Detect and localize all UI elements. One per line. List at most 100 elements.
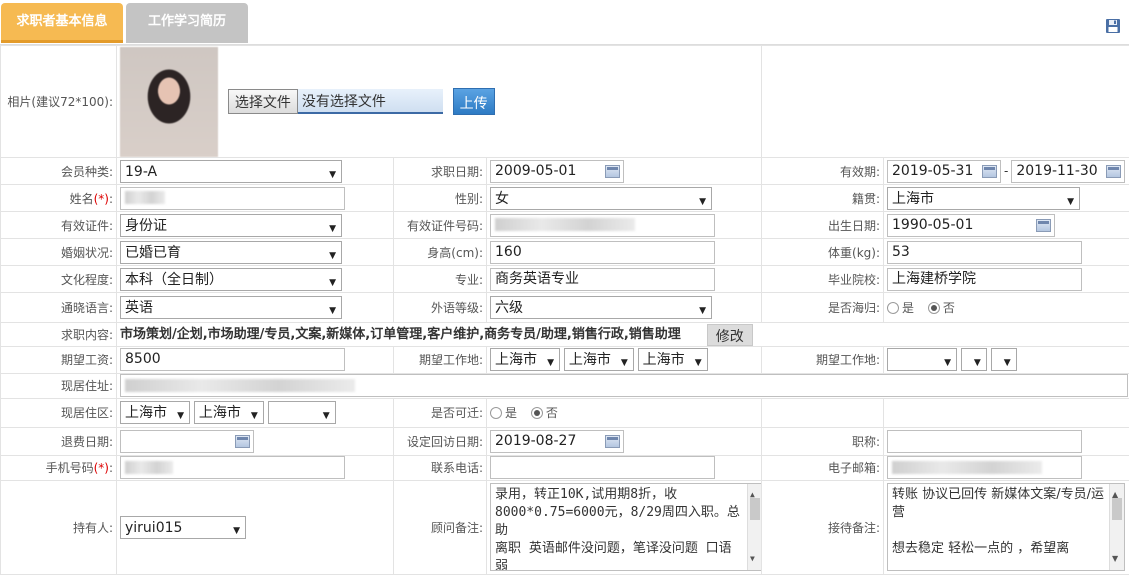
scroll-thumb[interactable] xyxy=(750,498,760,520)
marital-select[interactable]: 已婚已育 xyxy=(120,240,342,265)
form-row: 持有人: yirui015 顾问备注: 录用，转正10K,试用期8折，收8000… xyxy=(0,479,1129,575)
apply-date-picker[interactable]: 2009-05-01 xyxy=(490,159,624,183)
tab-bar: 求职者基本信息 工作学习简历 xyxy=(0,0,1129,45)
expected2-city-select[interactable] xyxy=(960,348,987,372)
major-label: 专业: xyxy=(393,265,487,293)
expected2-province-select[interactable] xyxy=(887,348,957,372)
name-input[interactable] xyxy=(120,186,345,210)
relocate-yes-radio[interactable] xyxy=(490,406,502,419)
tab-basic-info[interactable]: 求职者基本信息 xyxy=(1,3,123,43)
calendar-icon[interactable] xyxy=(982,164,997,178)
job-intent-label: 求职内容: xyxy=(0,322,117,347)
calendar-icon[interactable] xyxy=(605,434,620,448)
consultant-note-textarea[interactable]: 录用，转正10K,试用期8折，收8000*0.75=6000元，8/29周四入职… xyxy=(490,483,761,571)
form-row: 现居住区: 上海市 上海市 是否可迁: 是 否 xyxy=(0,397,1129,428)
save-disk-icon[interactable] xyxy=(1105,18,1121,34)
school-input[interactable]: 上海建桥学院 xyxy=(887,267,1082,291)
refund-date-input[interactable] xyxy=(120,429,254,453)
reception-note-textarea[interactable]: 转账 协议已回传 新媒体文案/专员/运营 想去稳定 轻松一点的 ，希望离 ▲ ▼ xyxy=(887,483,1125,571)
scroll-down-icon[interactable]: ▼ xyxy=(750,550,755,568)
follow-up-date-picker[interactable]: 2019-08-27 xyxy=(490,429,624,453)
form-row: 会员种类: 19-A 求职日期: 2009-05-01 有效期: 2019-05… xyxy=(0,157,1129,185)
owner-select[interactable]: yirui015 xyxy=(120,515,246,540)
validity-label: 有效期: xyxy=(761,157,884,185)
returnee-no-radio[interactable] xyxy=(927,301,940,314)
expected-location2-label: 期望工作地: xyxy=(761,345,884,374)
apply-date-input[interactable]: 2009-05-01 xyxy=(490,159,624,183)
modify-intent-button[interactable]: 修改 xyxy=(706,323,753,346)
name-label: 姓名(*): xyxy=(0,184,117,212)
scrollbar[interactable]: ▲ ▼ xyxy=(1109,484,1124,570)
major-input[interactable]: 商务英语专业 xyxy=(490,267,715,291)
expected-province-select[interactable]: 上海市 xyxy=(490,348,560,372)
residence-city-select[interactable]: 上海市 xyxy=(193,401,264,425)
tab-work-study-resume[interactable]: 工作学习简历 xyxy=(126,3,248,43)
expected-salary-input[interactable]: 8500 xyxy=(120,348,345,371)
upload-button[interactable]: 上传 xyxy=(452,88,495,115)
follow-up-date-input[interactable]: 2019-08-27 xyxy=(490,429,624,453)
calendar-icon[interactable] xyxy=(1106,164,1122,178)
scroll-down-icon[interactable]: ▼ xyxy=(1112,550,1118,568)
redacted-text xyxy=(125,191,165,204)
returnee-radio-group: 是 否 xyxy=(883,292,1129,323)
gender-select[interactable]: 女 xyxy=(490,186,712,211)
education-label: 文化程度: xyxy=(0,265,117,293)
native-place-select[interactable]: 上海市 xyxy=(887,186,1080,211)
birth-date-label: 出生日期: xyxy=(761,211,884,239)
relocate-label: 是否可迁: xyxy=(393,397,487,428)
choose-file-button[interactable]: 选择文件 xyxy=(227,89,298,114)
residence-district-select[interactable] xyxy=(267,401,336,425)
calendar-icon[interactable] xyxy=(605,164,620,178)
marital-label: 婚姻状况: xyxy=(0,238,117,266)
form-row: 有效证件: 身份证 有效证件号码: 出生日期: 1990-05-01 xyxy=(0,211,1129,239)
scrollbar[interactable]: ▲ ▼ xyxy=(747,484,761,570)
form-row: 求职内容: 市场策划/企划,市场助理/专员,文案,新媒体,订单管理,客户维护,商… xyxy=(0,322,1129,347)
apply-date-label: 求职日期: xyxy=(393,157,487,185)
expected-district-select[interactable]: 上海市 xyxy=(637,348,708,372)
required-mark: (*) xyxy=(93,461,109,475)
name-label-text: 姓名 xyxy=(69,191,94,206)
language-select[interactable]: 英语 xyxy=(120,296,342,320)
mobile-input[interactable] xyxy=(120,456,345,479)
id-number-input[interactable] xyxy=(490,213,715,237)
residence-area-label: 现居住区: xyxy=(0,397,117,428)
expected2-district-select[interactable] xyxy=(990,348,1017,372)
refund-date-label: 退费日期: xyxy=(0,426,117,456)
returnee-yes-radio[interactable] xyxy=(887,301,899,314)
foreign-level-select[interactable]: 六级 xyxy=(490,296,712,320)
school-label: 毕业院校: xyxy=(761,265,884,293)
relocate-no-radio[interactable] xyxy=(530,406,543,419)
photo-blank-cell xyxy=(761,45,1129,158)
native-place-label: 籍贯: xyxy=(761,184,884,212)
education-select[interactable]: 本科（全日制） xyxy=(120,267,342,292)
height-input[interactable]: 160 xyxy=(490,240,715,264)
phone-input[interactable] xyxy=(490,456,715,479)
email-input[interactable] xyxy=(887,456,1082,479)
job-intent-cell: 市场策划/企划,市场助理/专员,文案,新媒体,订单管理,客户维护,商务专员/助理… xyxy=(116,322,1129,347)
photo-row: 相片(建议72*100): 选择文件 没有选择文件 上传 xyxy=(0,45,1129,158)
refund-date-picker[interactable] xyxy=(120,429,254,453)
foreign-level-label: 外语等级: xyxy=(393,292,487,323)
calendar-icon[interactable] xyxy=(1036,218,1051,232)
weight-input[interactable]: 53 xyxy=(887,240,1082,264)
member-type-select[interactable]: 19-A xyxy=(120,159,342,184)
scroll-thumb[interactable] xyxy=(1112,498,1122,520)
expected-salary-label: 期望工资: xyxy=(0,345,117,374)
consultant-note-text: 录用，转正10K,试用期8折，收8000*0.75=6000元，8/29周四入职… xyxy=(495,487,740,571)
profile-photo xyxy=(120,46,218,157)
validity-start-picker[interactable]: 2019-05-31 xyxy=(887,159,1001,183)
birth-date-input[interactable]: 1990-05-01 xyxy=(887,213,1055,237)
validity-end-picker[interactable]: 2019-11-30 xyxy=(1011,159,1126,183)
job-seeker-form: 相片(建议72*100): 选择文件没有选择文件 上传 会员种类: 19-A 求… xyxy=(0,45,1129,575)
calendar-icon[interactable] xyxy=(235,434,250,448)
expected-city-select[interactable]: 上海市 xyxy=(563,348,634,372)
form-row: 退费日期: 设定回访日期: 2019-08-27 职称: xyxy=(0,426,1129,456)
title-input[interactable] xyxy=(887,429,1082,453)
residence-province-select[interactable]: 上海市 xyxy=(120,401,190,425)
id-type-select[interactable]: 身份证 xyxy=(120,213,342,238)
birth-date-picker[interactable]: 1990-05-01 xyxy=(887,213,1055,237)
redacted-text xyxy=(125,378,355,392)
member-type-label: 会员种类: xyxy=(0,157,117,185)
address-input[interactable] xyxy=(120,374,1128,397)
follow-up-date-label: 设定回访日期: xyxy=(393,426,487,456)
